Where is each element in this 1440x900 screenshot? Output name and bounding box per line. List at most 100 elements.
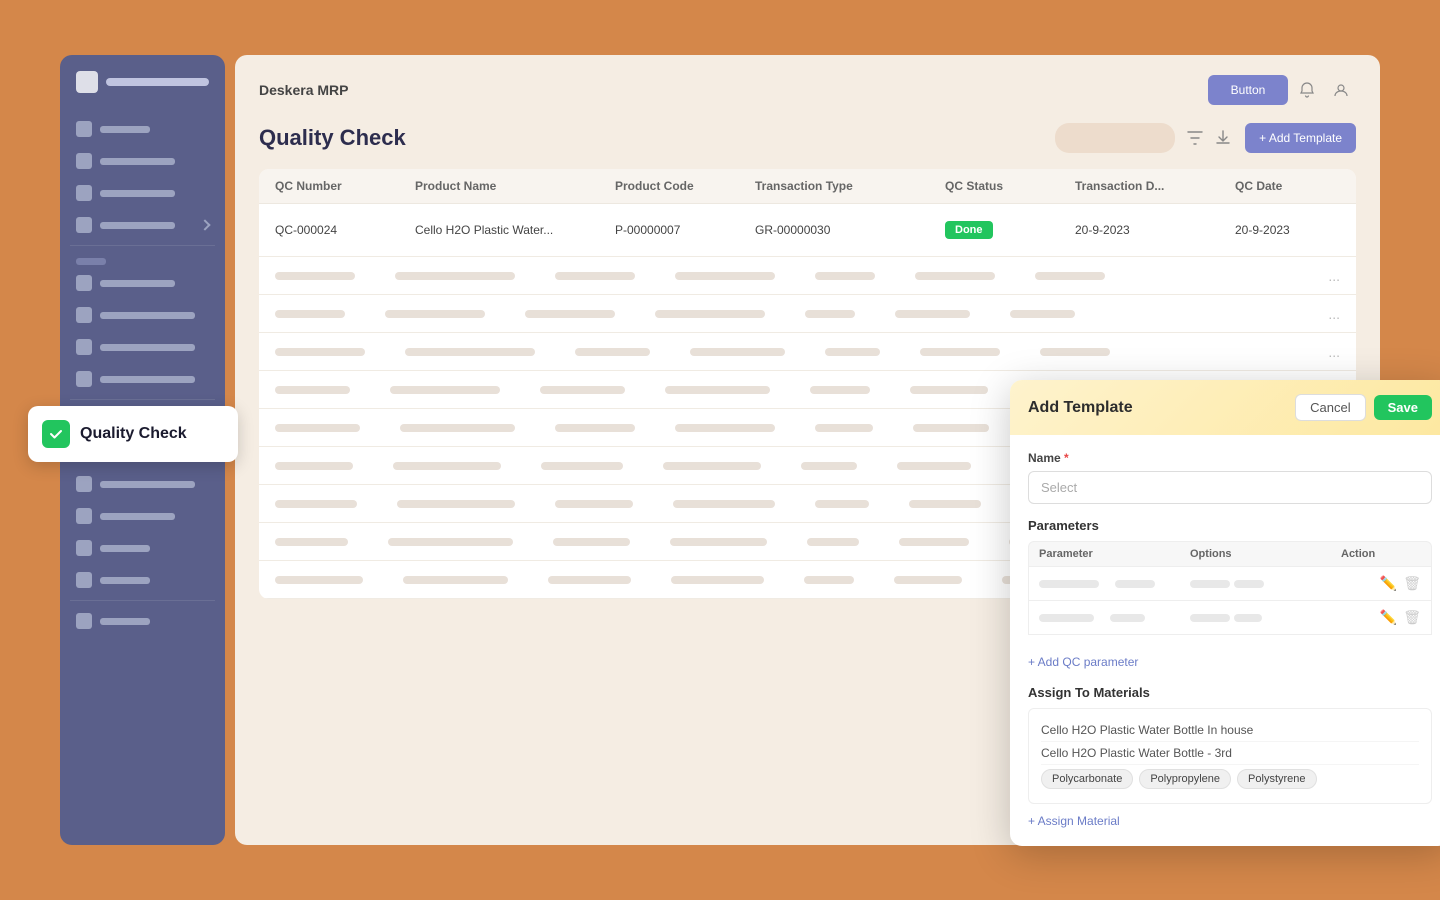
assign-material-link[interactable]: + Assign Material	[1028, 814, 1120, 828]
sidebar-item-settings[interactable]	[70, 607, 215, 635]
skel	[1010, 310, 1075, 318]
skel	[395, 272, 515, 280]
skel	[555, 272, 635, 280]
add-template-button[interactable]: + Add Template	[1245, 123, 1356, 153]
skel	[553, 538, 630, 546]
skel	[675, 424, 775, 432]
download-button[interactable]	[1209, 124, 1237, 152]
cell-qc-date: 20-9-2023	[1235, 223, 1356, 237]
skel	[403, 576, 508, 584]
skel	[675, 272, 775, 280]
col-transaction-date: Transaction D...	[1075, 179, 1235, 193]
param-edit-button-1[interactable]: ✏️	[1380, 575, 1397, 592]
sidebar-item-3[interactable]	[70, 179, 215, 207]
skel	[275, 348, 365, 356]
sidebar-icon-6	[76, 307, 92, 323]
table-header: QC Number Product Name Product Code Tran…	[259, 169, 1356, 204]
sidebar-item-13[interactable]	[70, 534, 215, 562]
skel	[815, 424, 873, 432]
app-name: Deskera MRP	[259, 82, 349, 98]
cell-transaction-date: 20-9-2023	[1075, 223, 1235, 237]
param-delete-button-2[interactable]: 🗑	[1403, 609, 1421, 626]
sidebar-item-11[interactable]	[70, 470, 215, 498]
assign-tag-polypropylene: Polypropylene	[1139, 769, 1231, 789]
col-product-name: Product Name	[415, 179, 615, 193]
quality-check-label: Quality Check	[80, 425, 187, 443]
skel	[275, 576, 363, 584]
sidebar-item-14[interactable]	[70, 566, 215, 594]
param-edit-button-2[interactable]: ✏️	[1380, 609, 1397, 626]
add-qc-param-link[interactable]: + Add QC parameter	[1028, 655, 1138, 669]
modal-cancel-button[interactable]: Cancel	[1295, 394, 1365, 421]
assign-tags: Polycarbonate Polypropylene Polystyrene	[1041, 765, 1419, 793]
skel	[388, 538, 513, 546]
skel	[909, 500, 981, 508]
skel	[801, 462, 857, 470]
param-opt-skel	[1190, 614, 1230, 622]
skel	[275, 462, 353, 470]
skel	[275, 500, 357, 508]
skel	[807, 538, 859, 546]
skel	[663, 462, 761, 470]
topbar-button[interactable]: Button	[1208, 75, 1288, 105]
param-skel	[1234, 580, 1264, 588]
cell-product-code: P-00000007	[615, 223, 755, 237]
param-row-1-actions: ✏️ 🗑	[1341, 575, 1421, 592]
gear-icon	[76, 613, 92, 629]
skel	[275, 272, 355, 280]
skel-dots: ...	[1328, 344, 1340, 360]
sidebar-section-mrp	[70, 252, 215, 267]
param-opt-skel	[1190, 580, 1230, 588]
filter-button[interactable]	[1181, 124, 1209, 152]
sidebar-item-12[interactable]	[70, 502, 215, 530]
param-row-1: ✏️ 🗑	[1028, 567, 1432, 601]
skel	[275, 538, 348, 546]
sidebar-icon-11	[76, 476, 92, 492]
sidebar-icon-13	[76, 540, 92, 556]
skel	[397, 500, 515, 508]
param-delete-button-1[interactable]: 🗑	[1403, 575, 1421, 592]
page-header: Quality Check + Add Template	[259, 123, 1356, 153]
sidebar-icon-1	[76, 121, 92, 137]
assign-tag-polystyrene: Polystyrene	[1237, 769, 1316, 789]
sidebar-label-8	[100, 376, 195, 383]
sidebar-item-7[interactable]	[70, 333, 215, 361]
sidebar-label-4	[100, 222, 175, 229]
skel	[385, 310, 485, 318]
param-skel	[1039, 580, 1099, 588]
skel	[665, 386, 770, 394]
name-select[interactable]: Select	[1028, 471, 1432, 504]
skel	[275, 424, 360, 432]
search-bar[interactable]	[1055, 123, 1175, 153]
sidebar-item-5[interactable]	[70, 269, 215, 297]
modal-save-button[interactable]: Save	[1374, 395, 1432, 420]
skel	[815, 500, 869, 508]
skel	[671, 576, 764, 584]
modal-title: Add Template	[1028, 399, 1295, 417]
skel	[525, 310, 615, 318]
user-button[interactable]	[1326, 75, 1356, 105]
assign-tag-polycarbonate: Polycarbonate	[1041, 769, 1133, 789]
assign-item-2: Cello H2O Plastic Water Bottle - 3rd	[1041, 742, 1419, 765]
table-row[interactable]: QC-000024 Cello H2O Plastic Water... P-0…	[259, 204, 1356, 257]
param-row-2: ✏️ 🗑	[1028, 601, 1432, 635]
skel	[899, 538, 969, 546]
sidebar-item-8[interactable]	[70, 365, 215, 393]
skel	[825, 348, 880, 356]
skel	[655, 310, 765, 318]
sidebar-item-2[interactable]	[70, 147, 215, 175]
skel	[540, 386, 625, 394]
skel	[920, 348, 1000, 356]
sidebar-item-6[interactable]	[70, 301, 215, 329]
cell-transaction-type: GR-00000030	[755, 223, 945, 237]
sidebar-item-1[interactable]	[70, 115, 215, 143]
quality-check-highlight[interactable]: Quality Check	[28, 406, 238, 462]
col-qc-status: QC Status	[945, 179, 1075, 193]
param-skel	[1039, 614, 1094, 622]
sidebar-label-13	[100, 545, 150, 552]
param-skel	[1234, 614, 1262, 622]
notification-button[interactable]	[1292, 75, 1322, 105]
skel	[575, 348, 650, 356]
skel	[910, 386, 988, 394]
sidebar-item-4[interactable]	[70, 211, 215, 239]
